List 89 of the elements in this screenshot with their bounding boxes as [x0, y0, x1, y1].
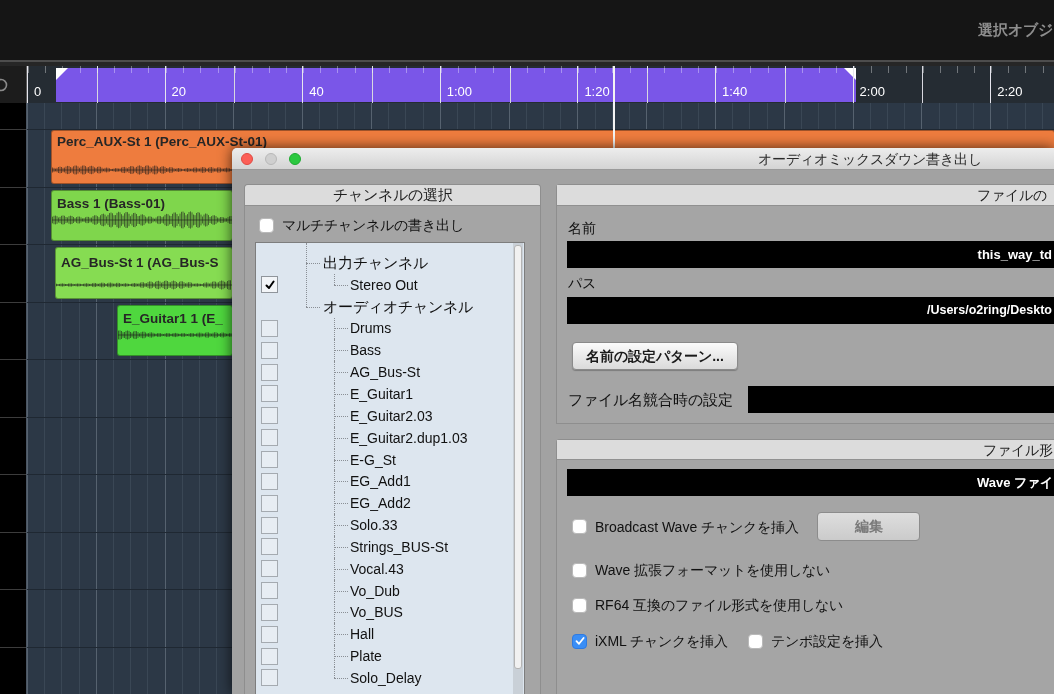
audio-clip[interactable]: AG_Bus-St 1 (AG_Bus-S — [55, 247, 233, 299]
checkbox[interactable] — [259, 217, 274, 233]
audio-clip[interactable]: Bass 1 (Bass-01) — [51, 190, 233, 241]
checkbox-label: マルチチャンネルの書き出し — [282, 216, 464, 234]
panel-title: チャンネルの選択 — [332, 186, 453, 204]
time-label: 2:20 — [996, 84, 1023, 101]
tree-item[interactable]: EG_Add1 — [350, 472, 411, 491]
checkbox[interactable] — [261, 429, 278, 447]
triangle-marker-icon[interactable] — [844, 68, 856, 80]
tree-item[interactable]: Bass — [350, 341, 382, 360]
tree-item[interactable]: Hall — [350, 625, 375, 644]
ring-icon[interactable] — [0, 77, 9, 92]
time-label: 1:40 — [720, 84, 748, 101]
checkbox-label: Wave 拡張フォーマットを使用しない — [595, 561, 831, 579]
checkbox[interactable] — [261, 582, 278, 600]
check-icon — [264, 279, 275, 290]
checkbox[interactable] — [748, 633, 764, 649]
checkbox[interactable] — [261, 647, 278, 665]
time-label: 40 — [308, 84, 324, 101]
checkbox[interactable] — [572, 519, 587, 534]
time-label: 1:20 — [583, 84, 610, 101]
tree-item[interactable]: Drums — [350, 319, 392, 338]
path-field[interactable]: /Users/o2ring/Deskto — [567, 297, 1054, 324]
clip-label: AG_Bus-St 1 (AG_Bus-S — [60, 254, 219, 270]
scrollbar[interactable] — [513, 243, 523, 694]
tree-item[interactable]: Plate — [350, 647, 382, 666]
tree-item[interactable]: Vo_Dub — [350, 581, 400, 600]
tree-item[interactable]: AG_Bus-St — [350, 363, 421, 382]
maximize-button[interactable] — [289, 152, 301, 165]
checkbox[interactable] — [261, 603, 278, 621]
timeline-ruler[interactable]: 0 20 40 1:00 1:20 1:40 2:00 2:20 — [26, 66, 1054, 103]
time-label: 0 — [33, 84, 42, 101]
checkbox[interactable] — [261, 319, 278, 337]
checkbox[interactable] — [261, 625, 278, 643]
checkbox[interactable] — [261, 472, 278, 490]
time-label: 20 — [170, 84, 187, 101]
tree-item[interactable]: EG_Add2 — [350, 494, 411, 513]
checkbox-label: Broadcast Wave チャンクを挿入 — [595, 517, 800, 536]
checkbox-label: iXML チャンクを挿入 — [595, 632, 729, 650]
tree-item[interactable]: Solo_Delay — [350, 668, 422, 687]
checkbox[interactable] — [572, 562, 587, 578]
panel-title: 選択オブジ — [978, 19, 1054, 40]
tree-item[interactable]: Vo_BUS — [350, 603, 403, 622]
panel-title: ファイル形 — [983, 440, 1054, 459]
naming-pattern-button[interactable]: 名前の設定パターン... — [572, 342, 738, 370]
checkbox[interactable] — [261, 385, 278, 403]
close-button[interactable] — [241, 152, 253, 165]
checkbox[interactable] — [261, 538, 278, 556]
checkbox[interactable] — [261, 276, 278, 294]
tree-item[interactable]: Solo.33 — [350, 516, 398, 535]
time-label: 1:00 — [445, 84, 473, 101]
tree-item[interactable]: Strings_BUS-St — [350, 537, 449, 556]
conflict-dropdown[interactable] — [748, 386, 1054, 413]
tree-group-label[interactable]: オーディオチャンネル — [323, 297, 473, 316]
field-label: パス — [568, 274, 596, 292]
checkbox-label: テンポ設定を挿入 — [771, 632, 884, 650]
checkbox[interactable] — [261, 516, 278, 534]
triangle-marker-icon[interactable] — [56, 68, 68, 80]
checkbox[interactable] — [261, 494, 278, 512]
tree-item[interactable]: E-G_St — [350, 450, 396, 469]
checkbox[interactable] — [261, 560, 278, 578]
format-dropdown[interactable]: Wave ファイ — [567, 469, 1054, 496]
checkbox[interactable] — [261, 407, 278, 425]
clip-label: E_Guitar1 1 (E_ — [122, 310, 223, 326]
tree-item[interactable]: Stereo Out — [350, 275, 418, 294]
time-label: 2:00 — [858, 84, 885, 101]
field-label: 名前 — [568, 219, 596, 237]
field-label: ファイル名競合時の設定 — [568, 390, 734, 409]
checkbox[interactable] — [261, 451, 278, 468]
checkbox[interactable] — [261, 669, 278, 687]
tree-group-label[interactable]: 出力チャンネル — [323, 253, 428, 272]
checkbox[interactable] — [572, 633, 587, 649]
clip-label: Bass 1 (Bass-01) — [56, 195, 166, 211]
check-icon — [574, 636, 585, 646]
tree-item[interactable]: Vocal.43 — [350, 559, 404, 578]
tree-item[interactable]: E_Guitar2.03 — [350, 406, 433, 425]
checkbox[interactable] — [261, 341, 278, 359]
checkbox-label: RF64 互換のファイル形式を使用しない — [595, 596, 844, 614]
audio-clip[interactable]: E_Guitar1 1 (E_ — [117, 305, 233, 356]
tree-item[interactable]: E_Guitar2.dup1.03 — [350, 428, 468, 447]
checkbox[interactable] — [572, 597, 587, 613]
minimize-button[interactable] — [265, 152, 277, 165]
tree-item[interactable]: E_Guitar1 — [350, 385, 414, 403]
name-field[interactable]: this_way_td — [567, 241, 1054, 268]
clip-label: Perc_AUX-St 1 (Perc_AUX-St-01) — [56, 133, 268, 149]
window-title: オーディオミックスダウン書き出し — [758, 149, 982, 168]
panel-title: ファイルの — [977, 186, 1048, 204]
loop-range[interactable] — [56, 68, 856, 102]
checkbox[interactable] — [261, 363, 278, 381]
